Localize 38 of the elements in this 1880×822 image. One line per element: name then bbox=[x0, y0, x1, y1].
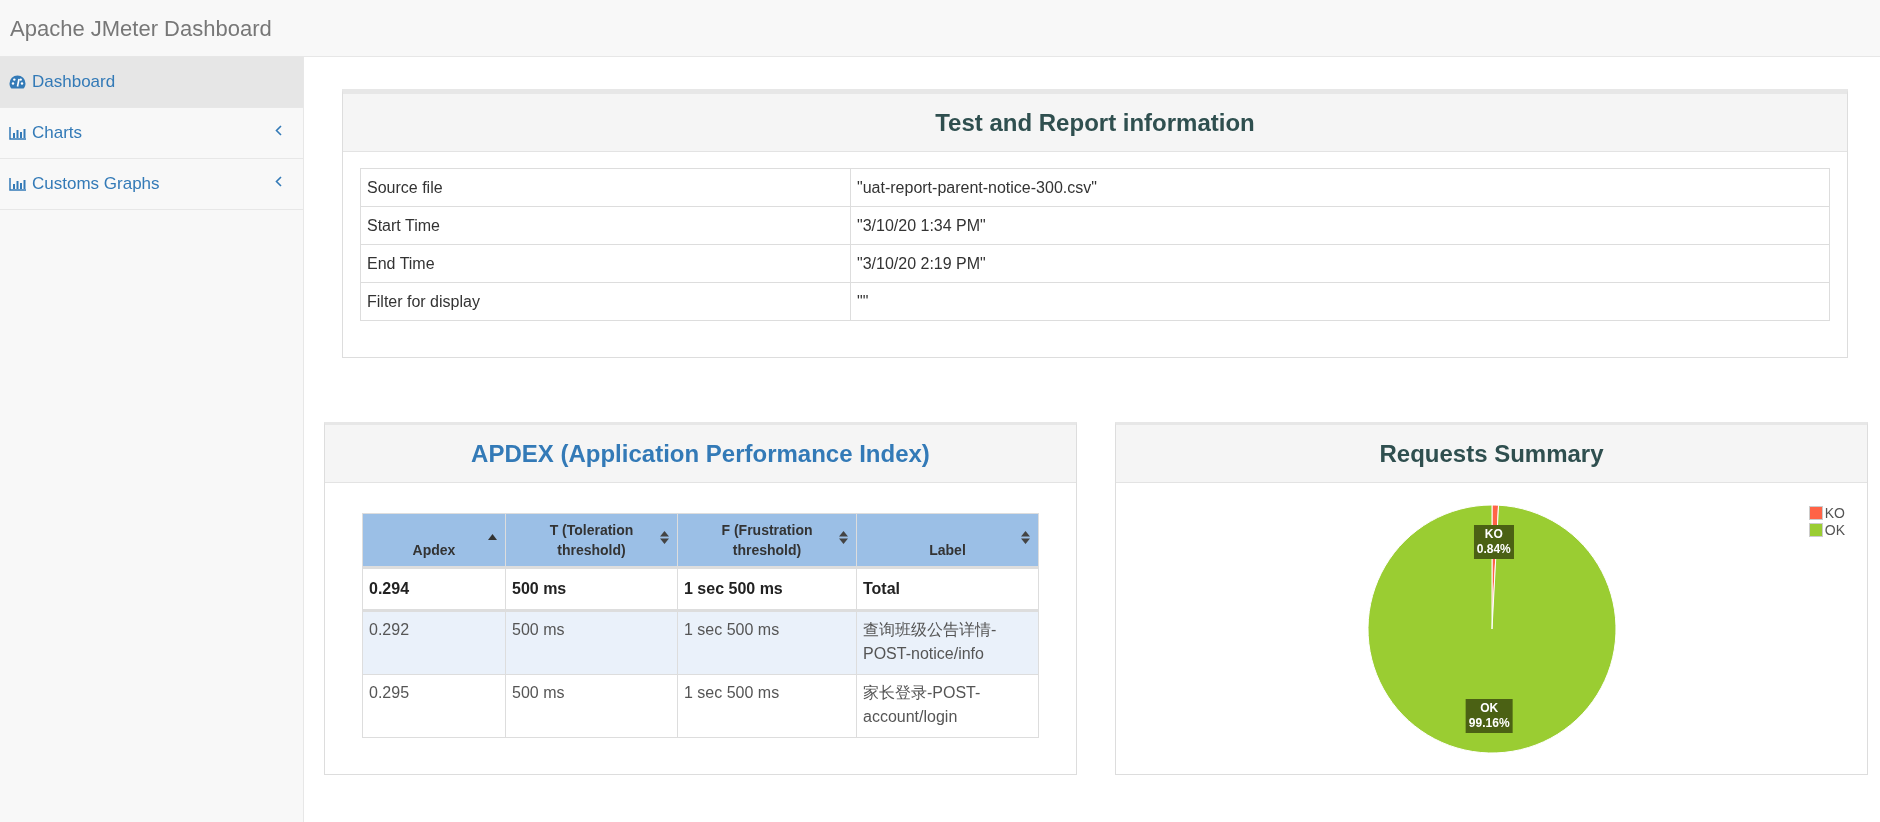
table-cell: 家长登录-POST-account/login bbox=[856, 674, 1039, 738]
table-cell: "" bbox=[850, 282, 1830, 321]
slice-label: OK 99.16% bbox=[1465, 698, 1513, 733]
bar-chart-icon bbox=[9, 177, 26, 191]
column-header[interactable]: F (Frustration threshold) bbox=[677, 513, 857, 568]
chevron-left-icon bbox=[275, 124, 282, 136]
legend-label: OK bbox=[1824, 522, 1845, 538]
table-cell: 1 sec 500 ms bbox=[677, 610, 857, 675]
gauge-icon bbox=[9, 75, 26, 89]
slice-label: OK bbox=[1479, 700, 1500, 716]
table-cell: 0.292 bbox=[362, 610, 506, 675]
table-cell: 500 ms bbox=[505, 610, 678, 675]
table-cell: End Time bbox=[360, 244, 851, 283]
panel-title: Test and Report information bbox=[935, 107, 1255, 138]
column-header[interactable]: Label bbox=[856, 513, 1039, 568]
table-cell: 1 sec 500 ms bbox=[677, 674, 857, 738]
slice-label: KO 0.84% bbox=[1473, 525, 1514, 560]
table-cell: Source file bbox=[360, 168, 851, 207]
bar-chart-icon bbox=[9, 126, 26, 140]
slice-label: KO bbox=[1483, 527, 1504, 543]
table-cell: 查询班级公告详情-POST-notice/info bbox=[856, 610, 1039, 675]
table-cell: "uat-report-parent-notice-300.csv" bbox=[850, 168, 1830, 207]
panel-title: Requests Summary bbox=[1379, 438, 1604, 469]
table-cell: Start Time bbox=[360, 206, 851, 245]
panel-title: APDEX (Application Performance Index) bbox=[471, 438, 930, 469]
table-cell: 500 ms bbox=[505, 674, 678, 738]
legend-label: KO bbox=[1824, 505, 1845, 521]
table-cell: 0.295 bbox=[362, 674, 506, 738]
column-header[interactable]: T (Toleration threshold) bbox=[505, 513, 678, 568]
table-cell: Filter for display bbox=[360, 282, 851, 321]
data-label: 0.84% bbox=[1476, 542, 1511, 558]
table-cell: "3/10/20 2:19 PM" bbox=[850, 244, 1830, 283]
table-cell: "3/10/20 1:34 PM" bbox=[850, 206, 1830, 245]
app-title[interactable]: Apache JMeter Dashboard bbox=[10, 11, 272, 45]
data-label: 99.16% bbox=[1468, 715, 1510, 731]
sidebar-item[interactable]: Dashboard bbox=[0, 57, 303, 108]
column-header[interactable]: Apdex bbox=[362, 513, 506, 568]
chevron-left-icon bbox=[275, 175, 282, 187]
